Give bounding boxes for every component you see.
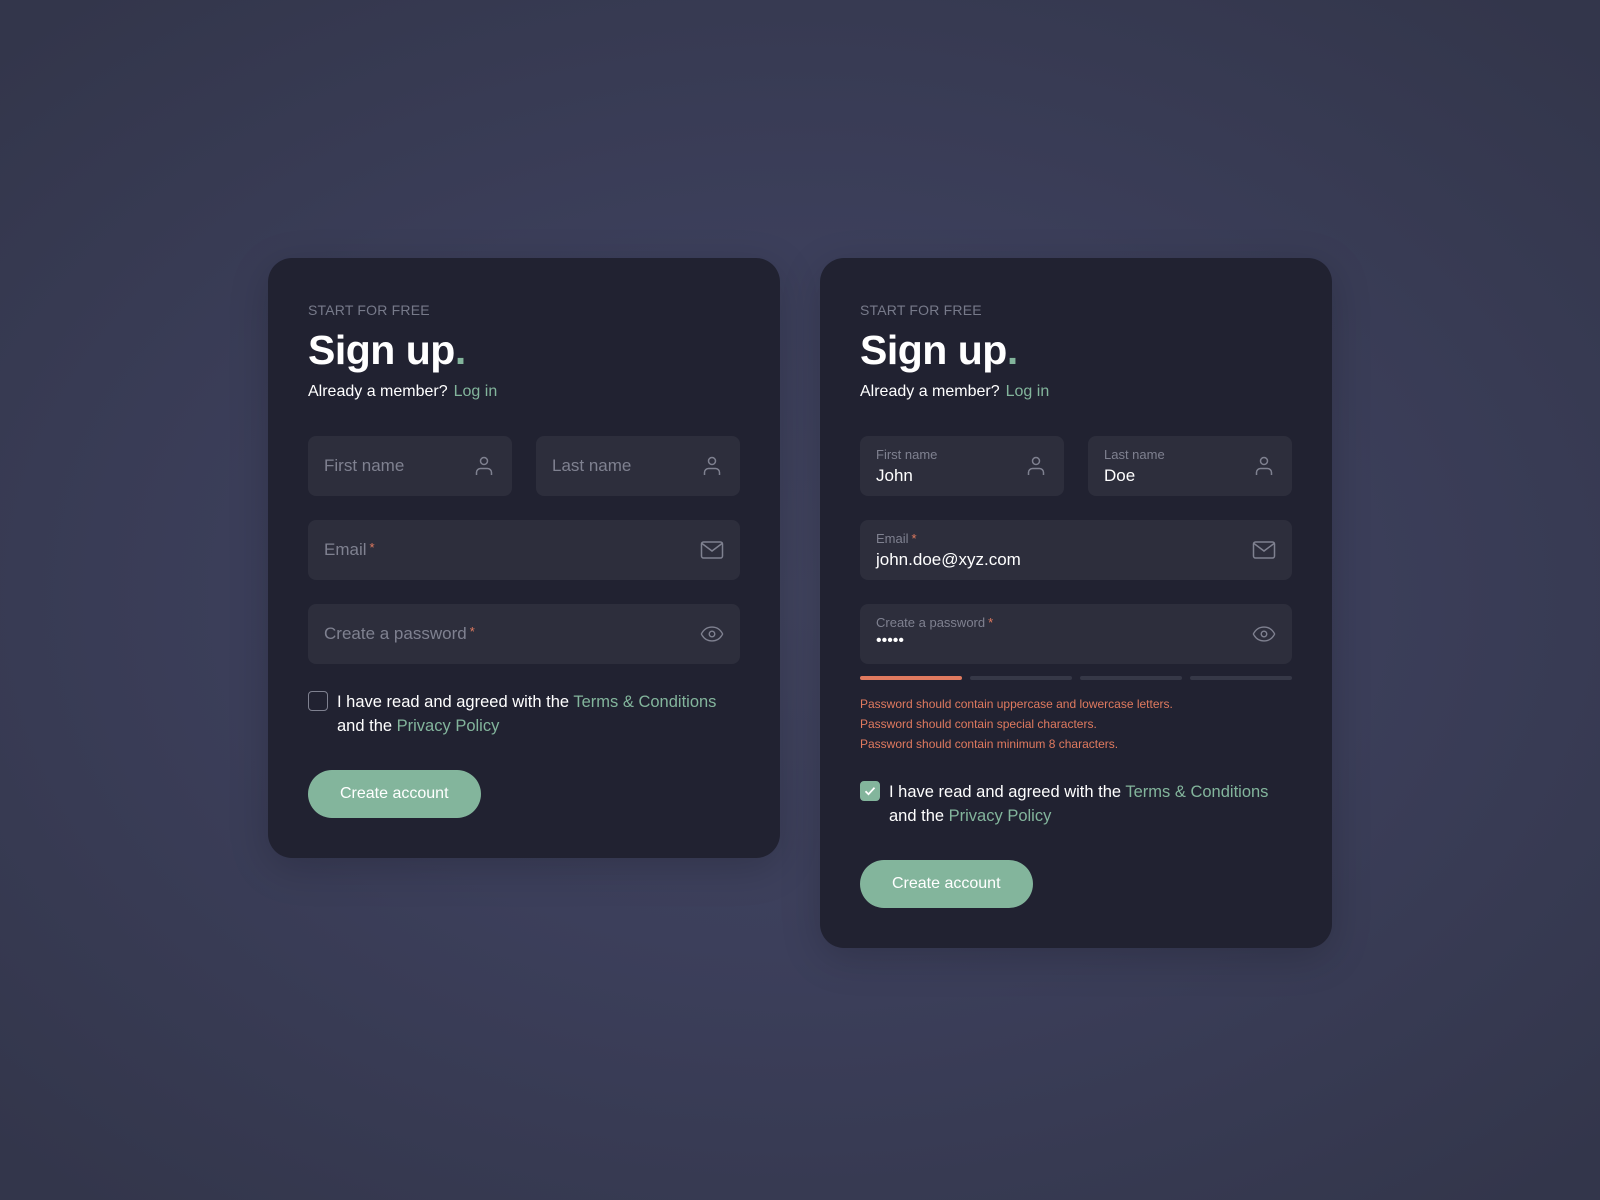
- checkmark-icon: [864, 787, 876, 796]
- email-input[interactable]: Email *: [308, 520, 740, 580]
- required-mark: *: [369, 540, 375, 555]
- create-account-button[interactable]: Create account: [860, 860, 1033, 908]
- email-placeholder: Email *: [324, 540, 375, 560]
- password-error: Password should contain uppercase and lo…: [860, 697, 1173, 711]
- terms-agreement: I have read and agreed with the Terms & …: [308, 690, 740, 738]
- mail-icon: [1252, 538, 1276, 562]
- terms-link[interactable]: Terms & Conditions: [573, 693, 716, 711]
- member-prompt: Already a member? Log in: [308, 382, 740, 402]
- terms-text: I have read and agreed with the Terms & …: [889, 780, 1292, 828]
- mail-icon: [700, 538, 724, 562]
- last-name-value: Doe: [1104, 466, 1136, 485]
- privacy-link[interactable]: Privacy Policy: [397, 717, 500, 735]
- last-name-placeholder: Last name: [552, 456, 632, 475]
- strength-segment: [1080, 676, 1182, 680]
- email-value: john.doe@xyz.com: [876, 550, 1021, 569]
- eyebrow-label: START FOR FREE: [860, 302, 982, 318]
- required-mark: *: [988, 615, 994, 630]
- signup-card-filled: START FOR FREE Sign up. Already a member…: [820, 258, 1332, 948]
- member-prompt-text: Already a member?: [308, 383, 448, 400]
- required-mark: *: [469, 624, 475, 639]
- agree-text-middle: and the: [337, 717, 397, 735]
- password-placeholder-text: Create a password: [324, 624, 467, 643]
- terms-checkbox[interactable]: [308, 691, 328, 711]
- agree-text-before: I have read and agreed with the: [337, 693, 574, 711]
- login-link[interactable]: Log in: [454, 383, 498, 400]
- member-prompt-text: Already a member?: [860, 383, 1000, 400]
- title-dot: .: [1006, 327, 1018, 373]
- password-input[interactable]: Create a password *: [308, 604, 740, 664]
- password-label: Create a password *: [876, 615, 993, 630]
- privacy-link[interactable]: Privacy Policy: [949, 807, 1052, 825]
- terms-link[interactable]: Terms & Conditions: [1125, 783, 1268, 801]
- email-placeholder-text: Email: [324, 540, 367, 559]
- email-label-text: Email: [876, 531, 909, 546]
- password-strength-meter: [860, 676, 1292, 680]
- agree-text-before: I have read and agreed with the: [889, 783, 1126, 801]
- first-name-placeholder: First name: [324, 456, 405, 475]
- signup-card-empty: START FOR FREE Sign up. Already a member…: [268, 258, 780, 858]
- title-text: Sign up: [860, 327, 1007, 373]
- agree-text-middle: and the: [889, 807, 949, 825]
- user-icon: [1252, 454, 1276, 478]
- password-input[interactable]: Create a password * •••••: [860, 604, 1292, 664]
- password-error-list: Password should contain uppercase and lo…: [860, 694, 1292, 754]
- password-label-text: Create a password: [876, 615, 986, 630]
- password-error: Password should contain minimum 8 charac…: [860, 737, 1119, 751]
- eye-icon[interactable]: [1252, 622, 1276, 646]
- strength-segment: [860, 676, 962, 680]
- email-input[interactable]: Email * john.doe@xyz.com: [860, 520, 1292, 580]
- first-name-input[interactable]: First name: [308, 436, 512, 496]
- email-label: Email *: [876, 531, 917, 546]
- password-error: Password should contain special characte…: [860, 717, 1097, 731]
- eye-icon[interactable]: [700, 622, 724, 646]
- terms-checkbox[interactable]: [860, 781, 880, 801]
- first-name-input[interactable]: First name John: [860, 436, 1064, 496]
- first-name-value: John: [876, 466, 913, 485]
- login-link[interactable]: Log in: [1006, 383, 1050, 400]
- page-title: Sign up.: [308, 326, 740, 374]
- strength-segment: [1190, 676, 1292, 680]
- terms-agreement: I have read and agreed with the Terms & …: [860, 780, 1292, 828]
- last-name-label: Last name: [1104, 447, 1165, 462]
- title-text: Sign up: [308, 327, 455, 373]
- password-value: •••••: [876, 632, 905, 649]
- first-name-label: First name: [876, 447, 938, 462]
- user-icon: [1024, 454, 1048, 478]
- strength-segment: [970, 676, 1072, 680]
- password-placeholder: Create a password *: [324, 624, 475, 644]
- create-account-button[interactable]: Create account: [308, 770, 481, 818]
- user-icon: [472, 454, 496, 478]
- user-icon: [700, 454, 724, 478]
- last-name-input[interactable]: Last name Doe: [1088, 436, 1292, 496]
- last-name-input[interactable]: Last name: [536, 436, 740, 496]
- member-prompt: Already a member? Log in: [860, 382, 1292, 402]
- title-dot: .: [454, 327, 466, 373]
- terms-text: I have read and agreed with the Terms & …: [337, 690, 740, 738]
- eyebrow-label: START FOR FREE: [308, 302, 430, 318]
- page-title: Sign up.: [860, 326, 1292, 374]
- required-mark: *: [911, 531, 917, 546]
